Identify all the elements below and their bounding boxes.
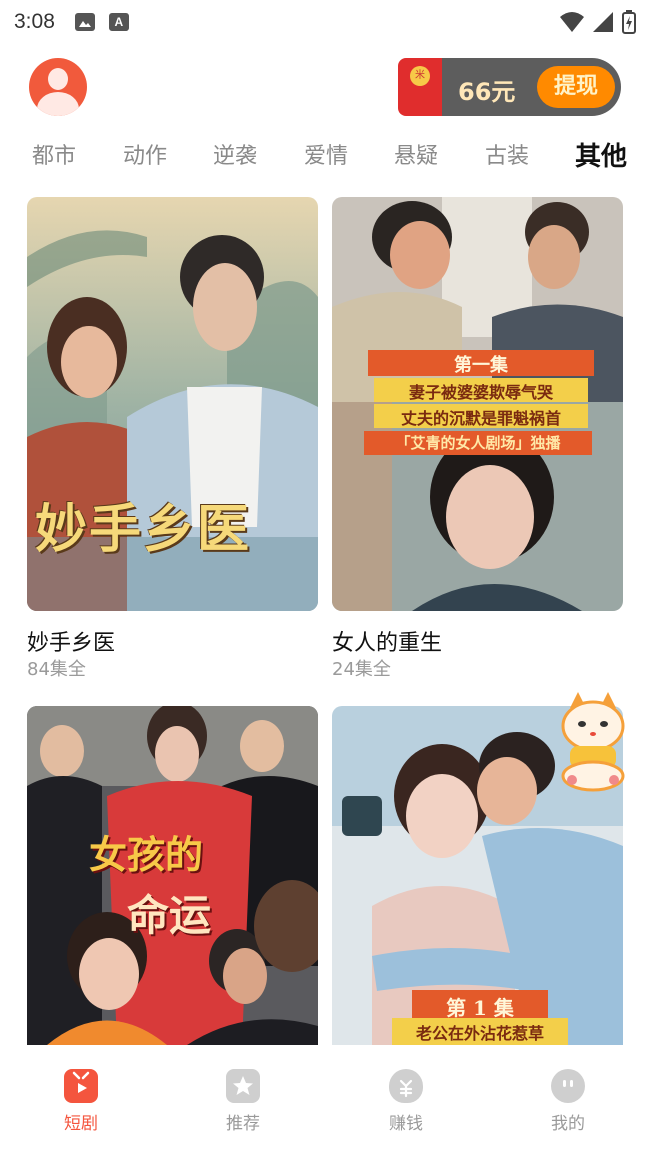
image-notification-icon (74, 13, 95, 31)
system-icons (560, 10, 636, 34)
signal-icon (593, 12, 613, 32)
red-envelope-icon: 米 (398, 58, 442, 116)
tab-xuanyi[interactable]: 悬疑 (394, 138, 438, 170)
nav-tuijian[interactable]: 推荐 (203, 1069, 283, 1134)
user-avatar[interactable] (29, 58, 87, 116)
notification-icons: A (74, 13, 129, 31)
drama-card-nvhai[interactable]: 女孩的 命运 (27, 706, 318, 1045)
poster-caption-2: 丈夫的沉默是罪魁祸首 (400, 409, 561, 428)
tab-qita[interactable]: 其他 (575, 136, 627, 173)
drama-title: 妙手乡医 (27, 631, 116, 656)
status-bar: 3:08 A (0, 0, 650, 44)
drama-title: 女人的重生 (332, 631, 443, 656)
nav-duanju[interactable]: 短剧 (41, 1069, 121, 1134)
drama-card-miaoshou[interactable]: 妙手乡医 妙手乡医 84集全 (27, 197, 318, 681)
drama-poster[interactable]: 妙手乡医 (27, 197, 318, 611)
nav-wode[interactable]: 我的 (528, 1069, 608, 1134)
poster-title-text: 妙手乡医 (35, 499, 252, 560)
tab-dushi[interactable]: 都市 (32, 138, 76, 170)
tab-aiqing[interactable]: 爱情 (304, 138, 348, 170)
battery-icon (622, 10, 636, 34)
withdraw-button[interactable]: 提现 (537, 66, 615, 108)
poster-episode-banner: 第 1 集 (446, 996, 514, 1020)
tab-dongzuo[interactable]: 动作 (123, 138, 167, 170)
avatar-head-shape (48, 68, 68, 90)
money-bag-icon (389, 1069, 423, 1103)
cash-amount: 66元 (458, 78, 516, 106)
poster-episode-banner: 第一集 (454, 355, 508, 376)
tab-guzhuang[interactable]: 古装 (485, 138, 529, 170)
status-time: 3:08 (14, 10, 55, 33)
star-icon (226, 1069, 260, 1103)
drama-poster[interactable]: 第一集 妻子被婆婆欺辱气哭 丈夫的沉默是罪魁祸首 「艾青的女人剧场」独播 (332, 197, 623, 611)
drama-poster[interactable]: 女孩的 命运 (27, 706, 318, 1045)
nav-label: 赚钱 (389, 1114, 423, 1134)
tab-nixi[interactable]: 逆袭 (213, 138, 257, 170)
tv-icon (64, 1069, 98, 1103)
wifi-icon (560, 12, 584, 32)
lucky-cat-reward-icon[interactable] (552, 690, 634, 794)
drama-episodes: 24集全 (332, 659, 391, 680)
cash-balance-pill[interactable]: 米 66元 提现 (398, 58, 621, 116)
category-tabs: 都市 动作 逆袭 爱情 悬疑 古装 其他 (0, 138, 650, 178)
drama-episodes: 84集全 (27, 659, 86, 680)
avatar-body-shape (37, 92, 79, 116)
bottom-navigation: 短剧 推荐 赚钱 我的 (0, 1045, 650, 1155)
poster-title-line-2: 命运 (127, 891, 212, 940)
nav-label: 短剧 (64, 1114, 98, 1134)
poster-caption-3: 「艾青的女人剧场」独播 (395, 434, 561, 452)
poster-title-line-1: 女孩的 (89, 832, 204, 877)
nav-label: 我的 (551, 1114, 585, 1134)
poster-caption-1: 妻子被婆婆欺辱气哭 (408, 383, 553, 402)
nav-label: 推荐 (226, 1114, 260, 1134)
face-icon (551, 1069, 585, 1103)
nav-zhuanqian[interactable]: 赚钱 (366, 1069, 446, 1134)
poster-caption-1: 老公在外沾花惹草 (415, 1024, 544, 1043)
envelope-seal: 米 (410, 66, 430, 86)
drama-card-nvren[interactable]: 第一集 妻子被婆婆欺辱气哭 丈夫的沉默是罪魁祸首 「艾青的女人剧场」独播 女人的… (332, 197, 623, 681)
a-notification-icon: A (108, 13, 129, 31)
